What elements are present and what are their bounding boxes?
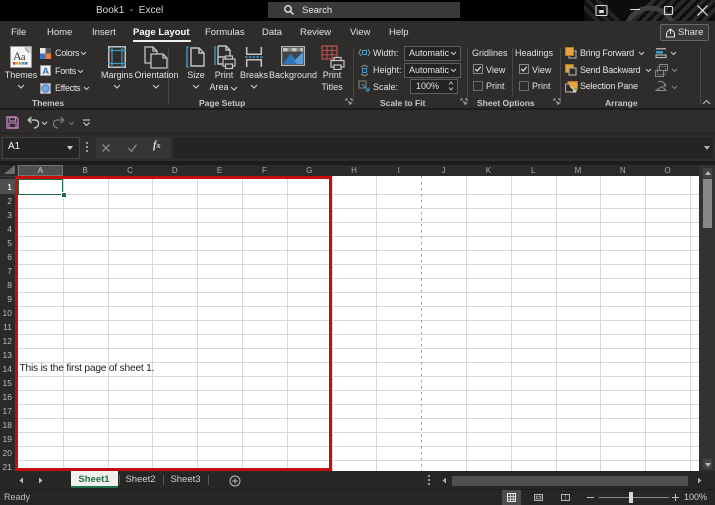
svg-text:a: a — [21, 52, 26, 63]
svg-text:A: A — [42, 66, 49, 76]
